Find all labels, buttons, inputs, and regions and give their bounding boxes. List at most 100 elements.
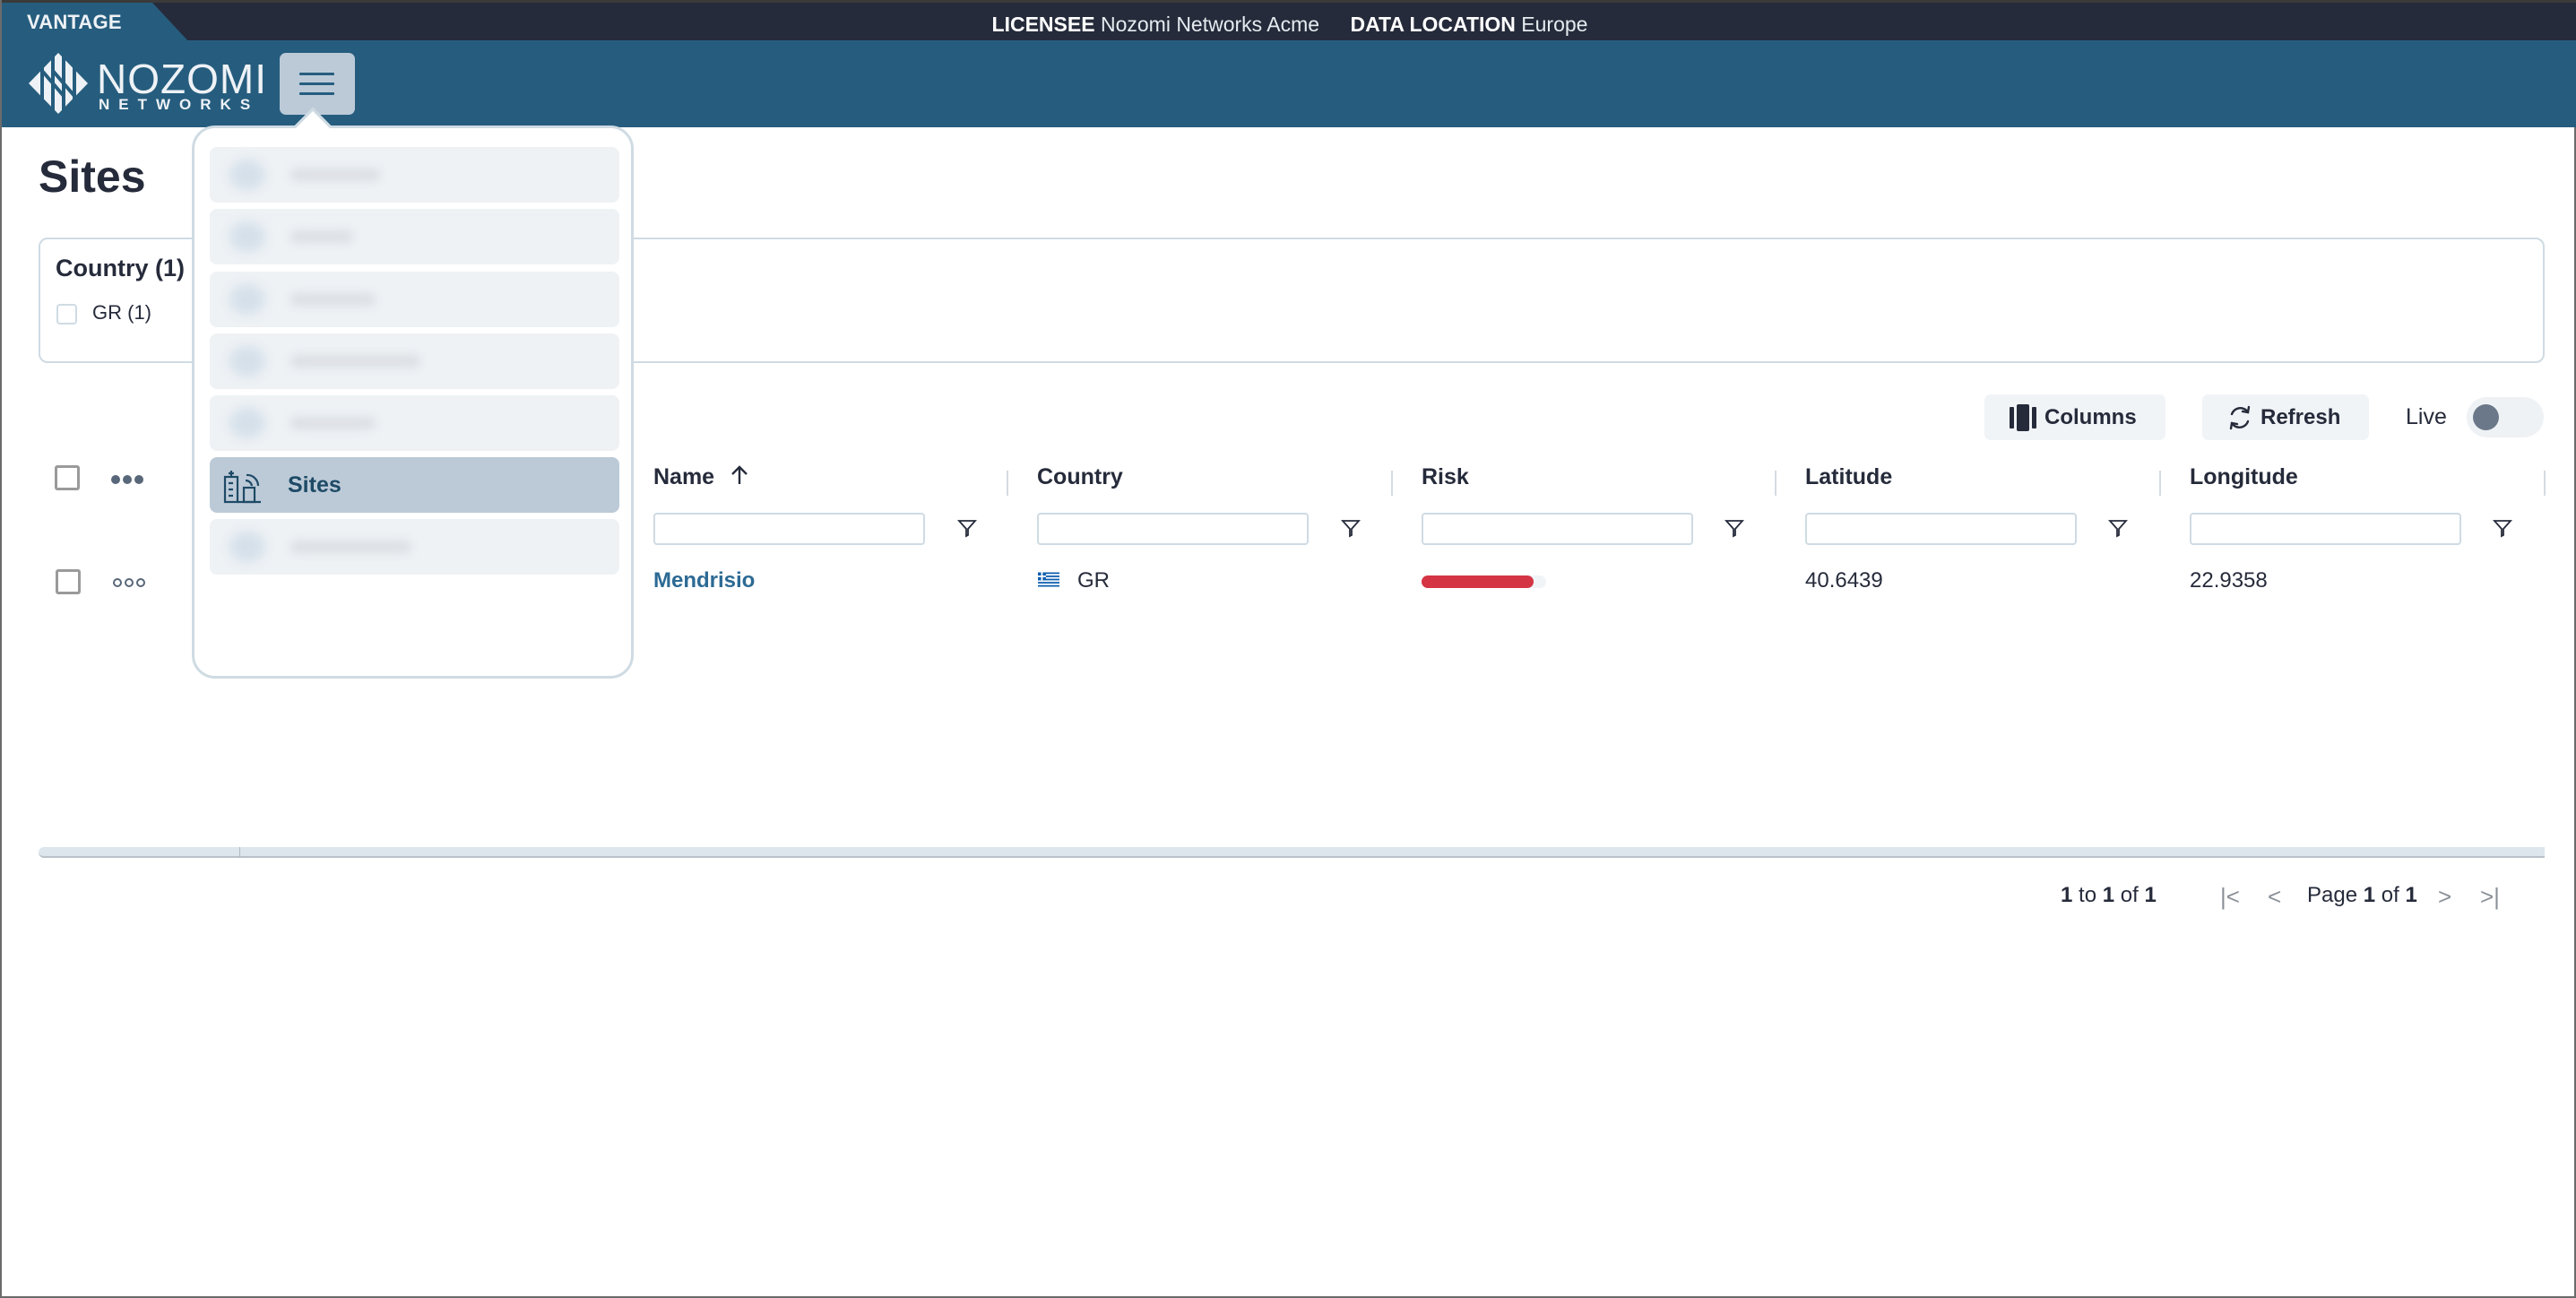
- site-name-link[interactable]: Mendrisio: [653, 568, 755, 593]
- filter-icon[interactable]: [2108, 518, 2128, 538]
- hamburger-icon: [299, 73, 334, 75]
- arrow-up-icon: [731, 465, 748, 484]
- row-checkbox[interactable]: [56, 569, 81, 594]
- blurred-label: [290, 230, 353, 243]
- filter-icon[interactable]: [1341, 518, 1361, 538]
- page-count: 1: [2405, 883, 2417, 907]
- country-filter-input[interactable]: [1037, 513, 1309, 545]
- current-page: 1: [2363, 883, 2376, 907]
- nav-item-blurred[interactable]: [210, 272, 619, 327]
- top-bar: VANTAGE LICENSEE Nozomi Networks Acme DA…: [2, 0, 2576, 43]
- nav-item-blurred[interactable]: [210, 147, 619, 203]
- range-from: 1: [2061, 883, 2073, 907]
- blurred-label: [290, 169, 380, 181]
- risk-bar-fill: [1422, 575, 1534, 588]
- licensee-value: Nozomi Networks Acme: [1100, 13, 1320, 36]
- column-separator[interactable]: [2159, 471, 2161, 496]
- nav-item-sites[interactable]: Sites: [210, 457, 619, 513]
- horizontal-scrollbar[interactable]: [39, 847, 2545, 858]
- column-header-risk[interactable]: Risk: [1422, 464, 1469, 490]
- column-header-longitude[interactable]: Longitude: [2190, 464, 2298, 490]
- risk-bar: [1422, 575, 1546, 588]
- column-separator[interactable]: [1775, 471, 1776, 496]
- refresh-button[interactable]: Refresh: [2202, 394, 2369, 440]
- filter-icon[interactable]: [2493, 518, 2512, 538]
- nav-item-blurred[interactable]: [210, 209, 619, 264]
- first-page-icon[interactable]: |<: [2220, 883, 2240, 911]
- columns-label: Columns: [2044, 404, 2137, 429]
- column-header-name[interactable]: Name: [653, 464, 749, 490]
- blurred-icon: [229, 408, 265, 438]
- facet-option-label: GR (1): [92, 301, 151, 324]
- nozomi-logo-mark-icon: [29, 53, 88, 114]
- row-range-summary: 1 to 1 of 1: [2061, 883, 2157, 908]
- columns-button[interactable]: Columns: [1984, 394, 2165, 440]
- filter-icon[interactable]: [957, 518, 977, 538]
- risk-filter-input[interactable]: [1422, 513, 1693, 545]
- live-label: Live: [2406, 404, 2447, 429]
- facet-checkbox-gr[interactable]: [56, 304, 77, 324]
- country-code: GR: [1077, 568, 1110, 593]
- blurred-icon: [229, 160, 265, 190]
- app-header: NOZOMI NETWORKS: [2, 40, 2576, 127]
- nav-item-blurred[interactable]: [210, 395, 619, 451]
- previous-page-icon[interactable]: <: [2268, 883, 2281, 911]
- facet-title: Country (1): [56, 255, 185, 281]
- blurred-label: [290, 541, 411, 553]
- columns-icon: [2010, 403, 2036, 431]
- main-menu-button[interactable]: [280, 53, 355, 115]
- license-info: LICENSEE Nozomi Networks Acme DATA LOCAT…: [2, 13, 2576, 37]
- blurred-label: [290, 355, 420, 368]
- name-filter-input[interactable]: [653, 513, 925, 545]
- blurred-icon: [229, 532, 265, 562]
- bulk-actions-menu-icon[interactable]: [111, 475, 143, 484]
- greece-flag-icon: [1038, 572, 1059, 587]
- nav-item-blurred[interactable]: [210, 333, 619, 389]
- longitude-filter-input[interactable]: [2190, 513, 2461, 545]
- range-total: 1: [2144, 883, 2157, 907]
- blurred-label: [290, 293, 376, 306]
- blurred-label: [290, 417, 376, 429]
- longitude-value: 22.9358: [2190, 568, 2268, 593]
- last-page-icon[interactable]: >|: [2480, 883, 2500, 911]
- page-of-word: of: [2381, 883, 2399, 907]
- nav-item-blurred[interactable]: [210, 519, 619, 575]
- toggle-knob: [2473, 404, 2499, 430]
- hamburger-icon: [299, 82, 334, 85]
- nav-item-label: Sites: [288, 472, 341, 498]
- next-page-icon[interactable]: >: [2438, 883, 2451, 911]
- column-header-latitude[interactable]: Latitude: [1805, 464, 1892, 490]
- scrollbar-divider: [239, 847, 240, 858]
- latitude-filter-input[interactable]: [1805, 513, 2077, 545]
- live-toggle[interactable]: [2467, 397, 2544, 437]
- sites-building-signal-icon: [223, 471, 261, 504]
- column-separator[interactable]: [1391, 471, 1393, 496]
- range-of-word: of: [2120, 883, 2139, 907]
- filter-icon[interactable]: [1725, 518, 1744, 538]
- data-location-value: Europe: [1521, 13, 1588, 36]
- blurred-icon: [229, 284, 265, 315]
- range-to-word: to: [2079, 883, 2097, 907]
- range-to: 1: [2102, 883, 2115, 907]
- page-word: Page: [2307, 883, 2358, 907]
- column-separator[interactable]: [1007, 471, 1008, 496]
- column-header-country[interactable]: Country: [1037, 464, 1123, 490]
- select-all-checkbox[interactable]: [55, 465, 80, 490]
- logo-text-networks: NETWORKS: [99, 96, 260, 113]
- data-location-label: DATA LOCATION: [1350, 13, 1516, 36]
- navigation-menu: Sites: [192, 125, 634, 679]
- column-separator[interactable]: [2544, 471, 2546, 496]
- page-title: Sites: [39, 151, 146, 202]
- nozomi-logo[interactable]: NOZOMI NETWORKS: [27, 51, 266, 116]
- column-label: Name: [653, 464, 715, 489]
- app-frame: VANTAGE LICENSEE Nozomi Networks Acme DA…: [0, 0, 2576, 1298]
- row-actions-menu-icon[interactable]: [113, 578, 145, 587]
- hamburger-icon: [299, 92, 334, 95]
- blurred-icon: [229, 346, 265, 376]
- blurred-icon: [229, 221, 265, 252]
- page-indicator: Page 1 of 1: [2307, 883, 2417, 908]
- refresh-icon: [2229, 405, 2251, 429]
- licensee-label: LICENSEE: [991, 13, 1095, 36]
- refresh-label: Refresh: [2260, 404, 2341, 429]
- latitude-value: 40.6439: [1805, 568, 1883, 593]
